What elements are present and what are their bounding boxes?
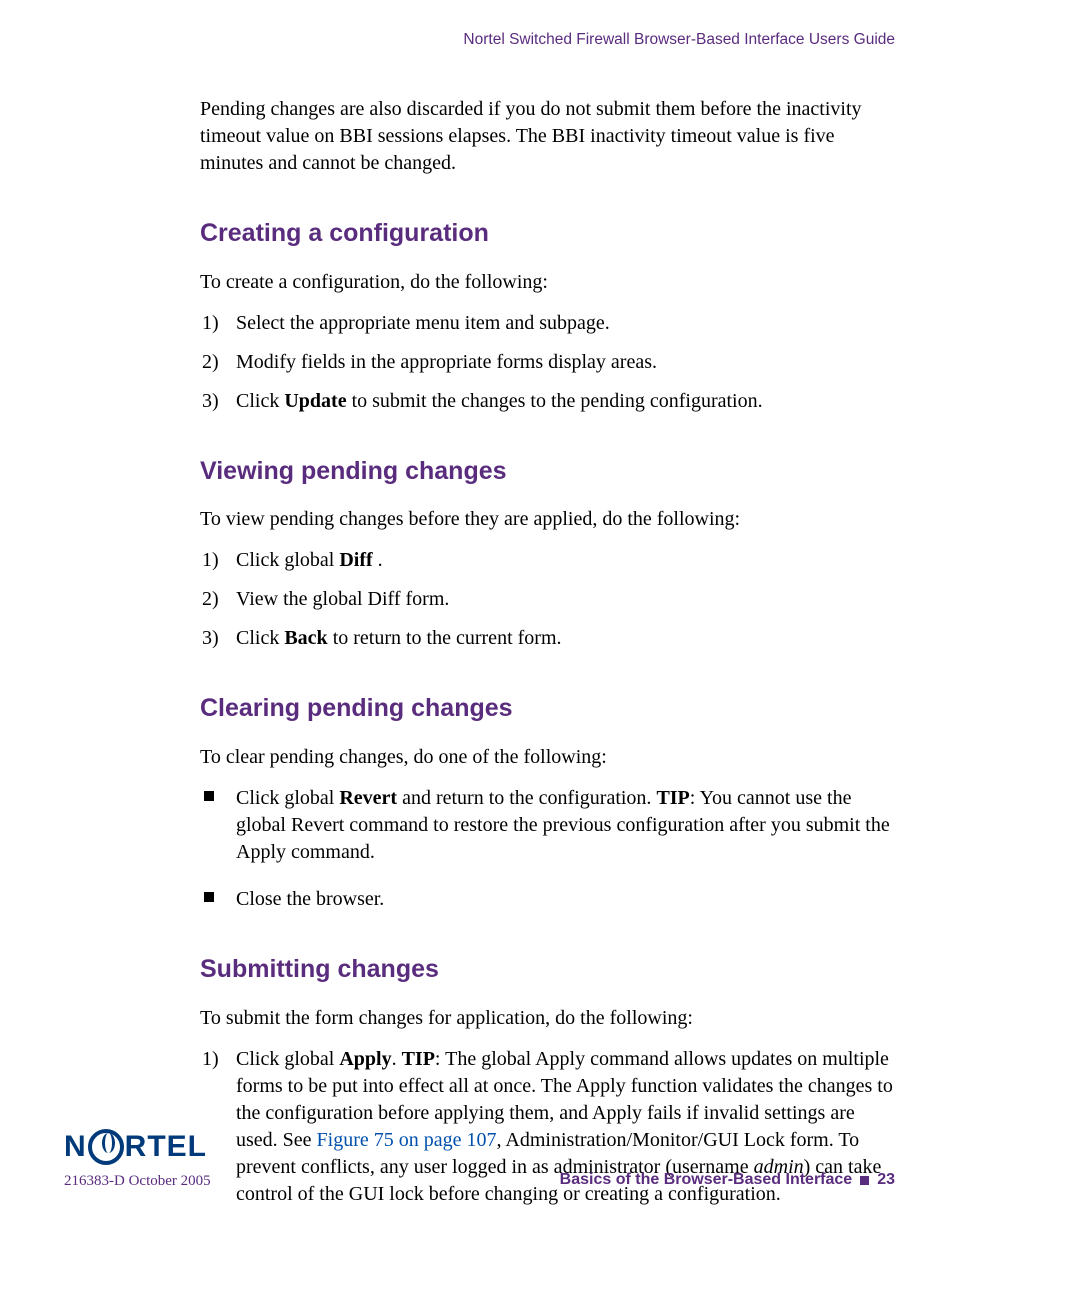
heading-clearing: Clearing pending changes <box>200 692 895 726</box>
bold: Back <box>284 627 327 649</box>
square-bullet-icon <box>860 1176 869 1185</box>
steps-viewing: Click global Diff . View the global Diff… <box>200 547 895 652</box>
text: Click <box>236 390 284 412</box>
text: Click global <box>236 1048 339 1070</box>
list-item: Click global Revert and return to the co… <box>200 785 895 866</box>
heading-creating: Creating a configuration <box>200 217 895 251</box>
bold: Update <box>284 390 346 412</box>
list-item: Close the browser. <box>200 886 895 913</box>
heading-submitting: Submitting changes <box>200 953 895 987</box>
list-item: Modify fields in the appropriate forms d… <box>200 349 895 376</box>
bold: TIP <box>402 1048 435 1070</box>
list-item: Click Update to submit the changes to th… <box>200 388 895 415</box>
chapter-footer: Basics of the Browser-Based Interface 23 <box>560 1169 895 1191</box>
lead-viewing: To view pending changes before they are … <box>200 506 895 533</box>
list-item: Click global Diff . <box>200 547 895 574</box>
steps-creating: Select the appropriate menu item and sub… <box>200 310 895 415</box>
bold: Apply <box>339 1048 391 1070</box>
running-header: Nortel Switched Firewall Browser-Based I… <box>200 30 895 51</box>
publication-info: 216383-D October 2005 <box>64 1171 211 1191</box>
lead-submitting: To submit the form changes for applicati… <box>200 1005 895 1032</box>
bold: Revert <box>339 787 397 809</box>
page-body: Nortel Switched Firewall Browser-Based I… <box>0 0 1080 1208</box>
logo-block: N RTEL 216383-D October 2005 <box>64 1127 211 1191</box>
lead-clearing: To clear pending changes, do one of the … <box>200 744 895 771</box>
page-footer: N RTEL 216383-D October 2005 Basics of t… <box>64 1127 895 1191</box>
chapter-title-text: Basics of the Browser-Based Interface <box>560 1169 853 1191</box>
text: . <box>392 1048 402 1070</box>
text: Click global <box>236 787 339 809</box>
bold: TIP <box>656 787 689 809</box>
text: and return to the configuration. <box>397 787 656 809</box>
text: Click global <box>236 549 339 571</box>
text: to return to the current form. <box>328 627 562 649</box>
nortel-logo: N RTEL <box>64 1127 211 1168</box>
globe-icon <box>88 1129 124 1165</box>
logo-text-left: N <box>64 1127 87 1168</box>
intro-paragraph: Pending changes are also discarded if yo… <box>200 96 895 177</box>
text: to submit the changes to the pending con… <box>347 390 763 412</box>
lead-creating: To create a configuration, do the follow… <box>200 269 895 296</box>
logo-text-right: RTEL <box>125 1127 207 1168</box>
text: Click <box>236 627 284 649</box>
text: . <box>373 549 383 571</box>
bullets-clearing: Click global Revert and return to the co… <box>200 785 895 913</box>
page-number: 23 <box>877 1169 895 1191</box>
list-item: Select the appropriate menu item and sub… <box>200 310 895 337</box>
list-item: View the global Diff form. <box>200 586 895 613</box>
bold: Diff <box>339 549 372 571</box>
list-item: Click Back to return to the current form… <box>200 625 895 652</box>
heading-viewing: Viewing pending changes <box>200 455 895 489</box>
